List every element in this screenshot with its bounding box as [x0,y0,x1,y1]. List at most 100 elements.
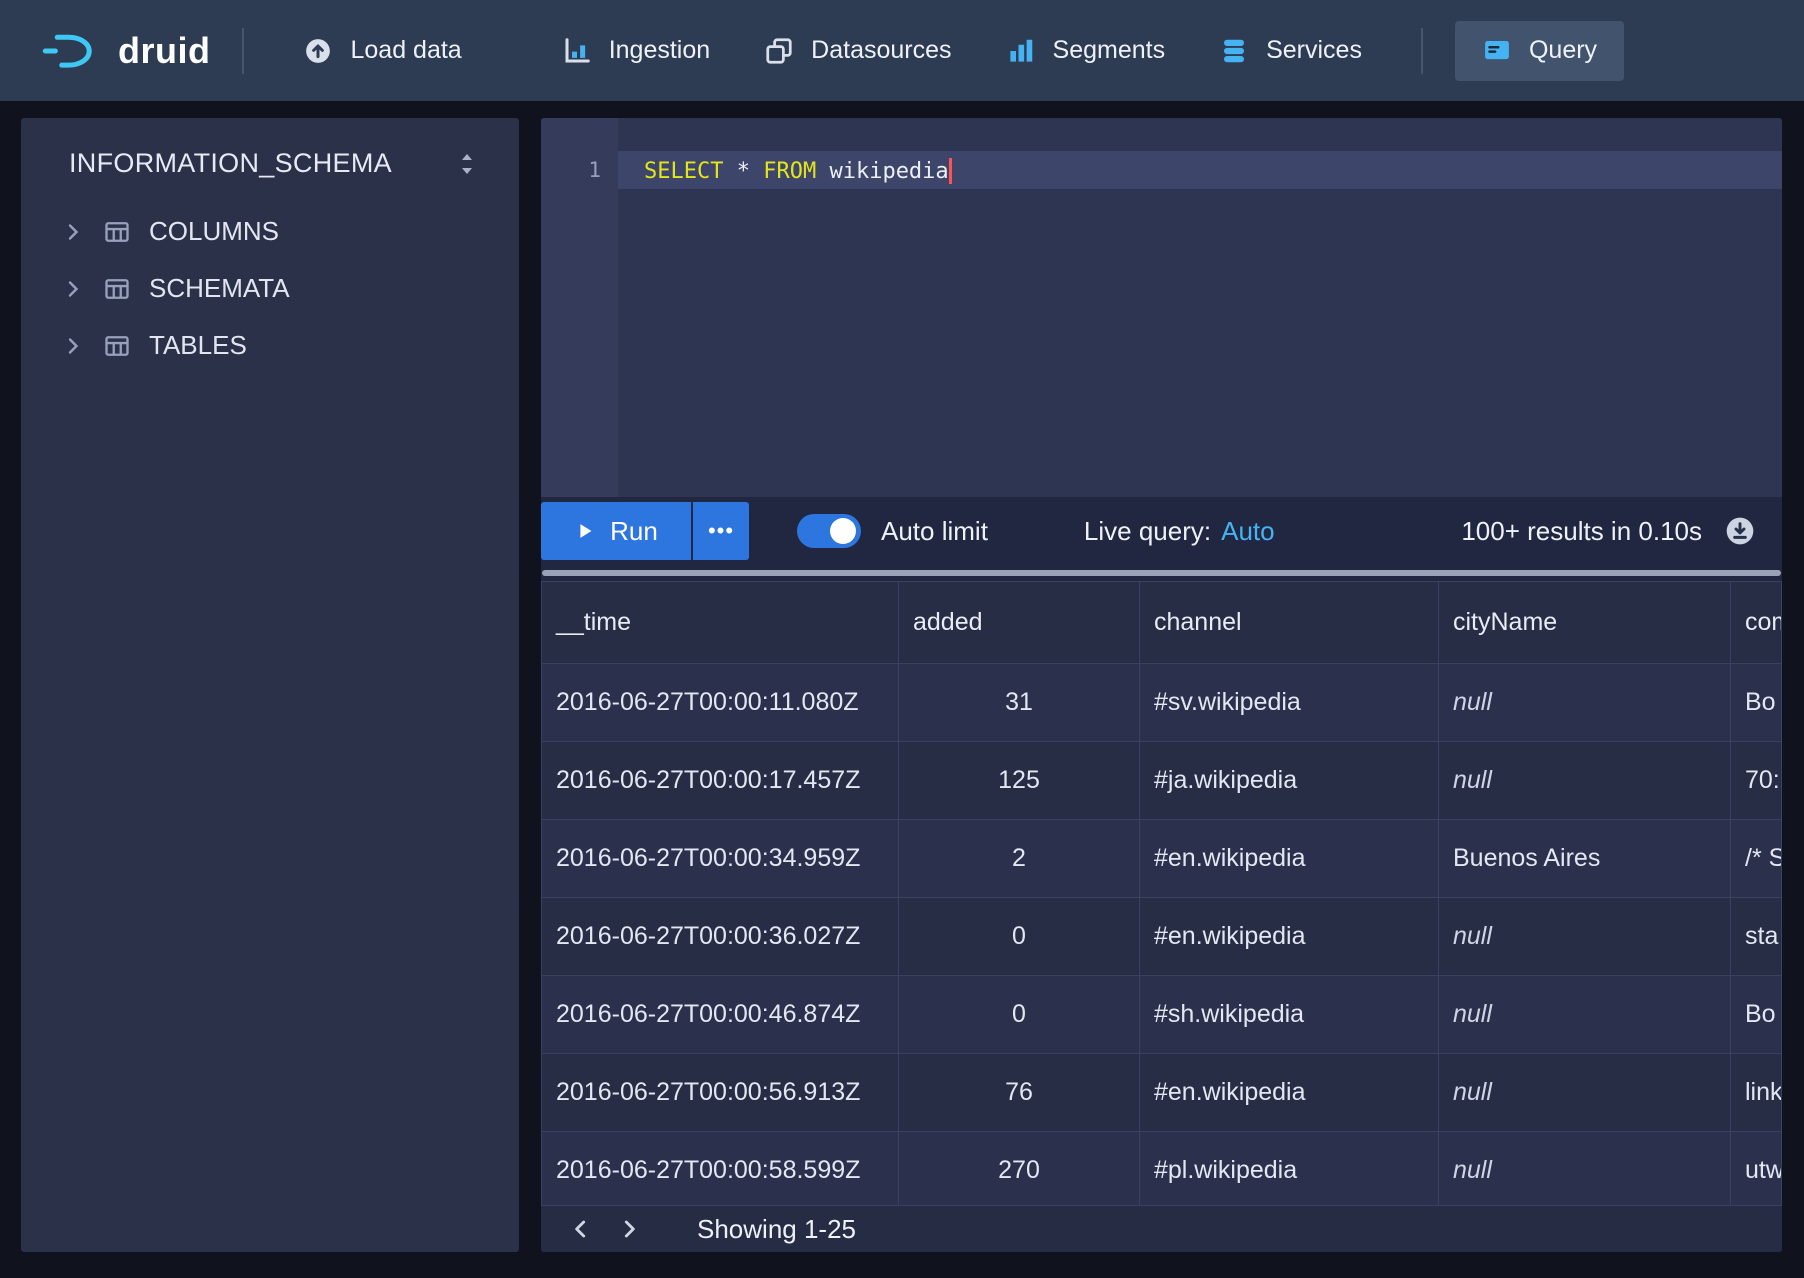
nav-load-data[interactable]: Load data [276,21,488,81]
auto-limit-label: Auto limit [881,516,988,547]
pagination-bar: Showing 1-25 [541,1205,1782,1252]
cell-time[interactable]: 2016-06-27T00:00:58.599Z [542,1132,899,1206]
live-query-value[interactable]: Auto [1221,516,1275,547]
cell-channel[interactable]: #en.wikipedia [1140,1054,1439,1132]
query-workbench: 1 SELECT * FROM wikipedia Run ••• Auto l… [541,118,1782,1252]
table-icon [103,275,131,303]
cell-cityname[interactable]: null [1439,664,1731,742]
main-nav: Load data Ingestion Datasources [276,21,1624,81]
cell-channel[interactable]: #pl.wikipedia [1140,1132,1439,1206]
cell-cityname[interactable]: null [1439,1054,1731,1132]
table-row: 2016-06-27T00:00:56.913Z 76 #en.wikipedi… [542,1054,1782,1132]
cell-cityname[interactable]: Buenos Aires [1439,820,1731,898]
sql-keyword: FROM [763,159,816,184]
chevron-right-icon[interactable] [61,220,85,244]
cell-added[interactable]: 76 [899,1054,1140,1132]
prev-page-button[interactable] [557,1209,605,1249]
sql-keyword: SELECT [644,159,723,184]
upload-icon [303,36,333,66]
sql-code-line[interactable]: SELECT * FROM wikipedia [618,118,1782,497]
cell-added[interactable]: 0 [899,898,1140,976]
top-nav-bar: druid Load data Ingestion [0,0,1804,101]
nav-query[interactable]: Query [1455,21,1624,81]
cell-comment[interactable]: link [1731,1054,1782,1132]
cell-added[interactable]: 270 [899,1132,1140,1206]
download-icon[interactable] [1724,515,1756,547]
query-icon [1482,36,1512,66]
column-header-comment[interactable]: comment [1731,582,1782,664]
horizontal-scrollbar [541,565,1782,581]
cell-comment[interactable]: Bo [1731,664,1782,742]
cell-cityname[interactable]: null [1439,898,1731,976]
brand-name: druid [118,30,210,72]
druid-logo-icon [38,28,102,74]
editor-gutter: 1 [541,118,618,497]
next-page-button[interactable] [605,1209,653,1249]
table-row: 2016-06-27T00:00:34.959Z 2 #en.wikipedia… [542,820,1782,898]
sidebar-item-tables[interactable]: TABLES [21,317,519,374]
sql-text: * [723,159,763,184]
sort-caret-icon[interactable] [455,150,479,178]
cell-time[interactable]: 2016-06-27T00:00:17.457Z [542,742,899,820]
cell-channel[interactable]: #sh.wikipedia [1140,976,1439,1054]
cell-comment[interactable]: 70: [1731,742,1782,820]
cell-comment[interactable]: Bo [1731,976,1782,1054]
chevron-right-icon[interactable] [61,334,85,358]
auto-limit-toggle[interactable] [797,514,861,548]
sidebar-item-label: TABLES [149,330,247,361]
run-bar: Run ••• Auto limit Live query: Auto 100+… [541,497,1782,565]
nav-ingestion[interactable]: Ingestion [535,21,737,81]
sidebar-item-label: COLUMNS [149,216,279,247]
run-button-label: Run [610,516,658,547]
cell-added[interactable]: 0 [899,976,1140,1054]
cell-cityname[interactable]: null [1439,1132,1731,1206]
cell-channel[interactable]: #ja.wikipedia [1140,742,1439,820]
cell-channel[interactable]: #sv.wikipedia [1140,664,1439,742]
druid-logo[interactable]: druid [38,28,210,74]
nav-label: Services [1266,36,1362,65]
sql-editor[interactable]: 1 SELECT * FROM wikipedia [541,118,1782,497]
cell-comment[interactable]: /* S [1731,820,1782,898]
run-more-button[interactable]: ••• [693,502,749,560]
column-header-channel[interactable]: channel [1140,582,1439,664]
line-number: 1 [588,158,601,182]
chevron-right-icon[interactable] [61,277,85,301]
cell-added[interactable]: 31 [899,664,1140,742]
cell-added[interactable]: 2 [899,820,1140,898]
cell-time[interactable]: 2016-06-27T00:00:36.027Z [542,898,899,976]
run-button[interactable]: Run [541,502,691,560]
topbar-divider [242,28,244,74]
results-info: 100+ results in 0.10s [1461,516,1702,547]
nav-label: Ingestion [609,36,710,65]
ingestion-icon [562,36,592,66]
cell-cityname[interactable]: null [1439,976,1731,1054]
column-header-time[interactable]: __time [542,582,899,664]
table-row: 2016-06-27T00:00:36.027Z 0 #en.wikipedia… [542,898,1782,976]
column-header-added[interactable]: added [899,582,1140,664]
cell-time[interactable]: 2016-06-27T00:00:56.913Z [542,1054,899,1132]
cell-time[interactable]: 2016-06-27T00:00:11.080Z [542,664,899,742]
cell-comment[interactable]: sta [1731,898,1782,976]
column-header-cityname[interactable]: cityName [1439,582,1731,664]
nav-segments[interactable]: Segments [979,21,1193,81]
cell-channel[interactable]: #en.wikipedia [1140,820,1439,898]
sidebar-item-label: SCHEMATA [149,273,290,304]
segments-icon [1006,36,1036,66]
table-icon [103,332,131,360]
nav-services[interactable]: Services [1192,21,1389,81]
cell-channel[interactable]: #en.wikipedia [1140,898,1439,976]
sidebar-item-columns[interactable]: COLUMNS [21,203,519,260]
cell-cityname[interactable]: null [1439,742,1731,820]
ellipsis-icon: ••• [708,518,734,544]
scrollbar-thumb[interactable] [542,570,1781,576]
cell-comment[interactable]: utw [1731,1132,1782,1206]
nav-label: Datasources [811,36,951,65]
sidebar-item-schemata[interactable]: SCHEMATA [21,260,519,317]
cell-time[interactable]: 2016-06-27T00:00:34.959Z [542,820,899,898]
schema-title: INFORMATION_SCHEMA [69,148,392,179]
nav-datasources[interactable]: Datasources [737,21,978,81]
play-icon [574,519,596,543]
cell-added[interactable]: 125 [899,742,1140,820]
cell-time[interactable]: 2016-06-27T00:00:46.874Z [542,976,899,1054]
schema-selector[interactable]: INFORMATION_SCHEMA [21,118,519,203]
